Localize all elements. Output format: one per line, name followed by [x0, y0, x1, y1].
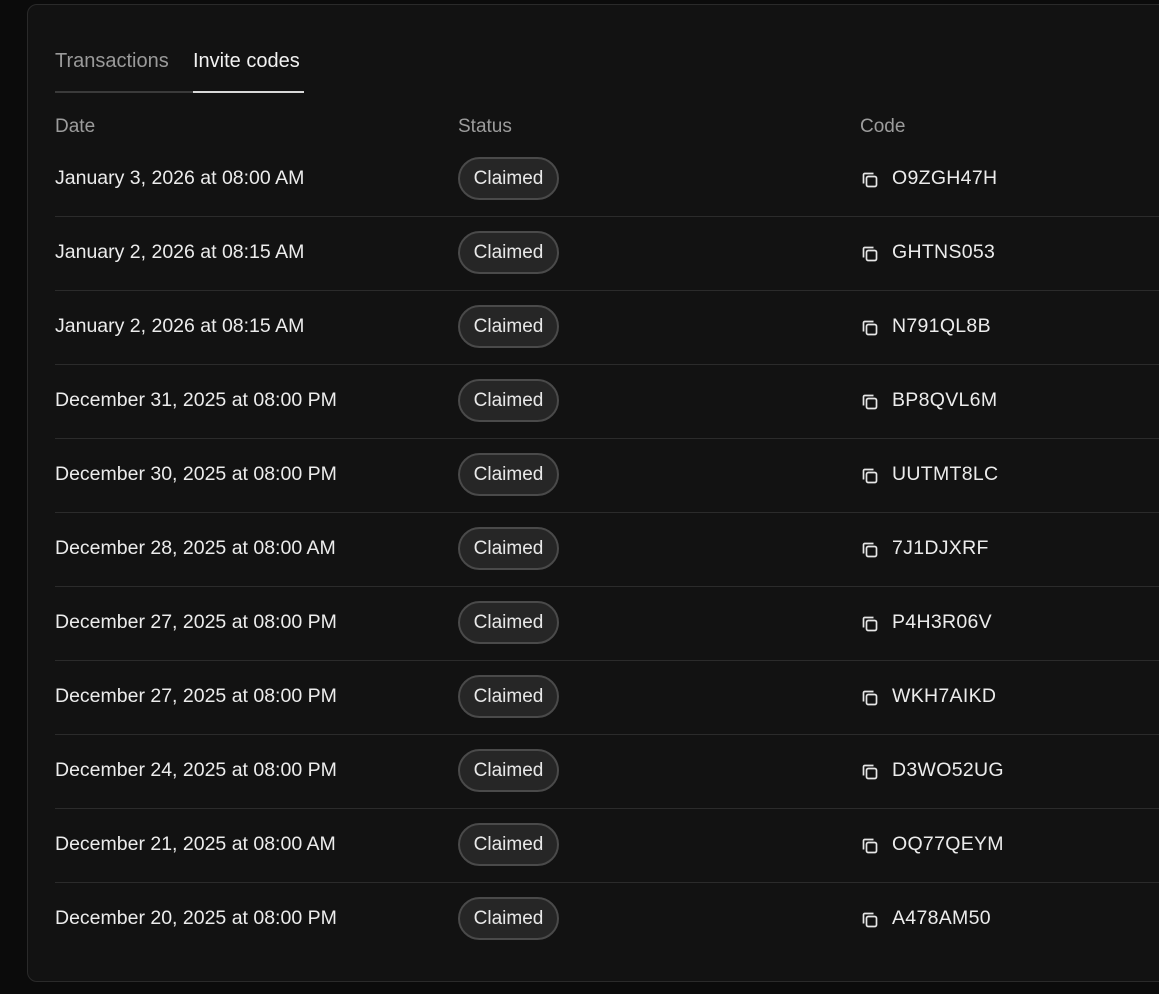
status-badge: Claimed: [458, 897, 559, 940]
invite-code: D3WO52UG: [892, 759, 1004, 781]
table-row: December 30, 2025 at 08:00 PM Claimed UUTM…: [55, 439, 1159, 513]
row-date: December 20, 2025 at 08:00 PM: [55, 907, 337, 929]
copy-icon[interactable]: [860, 688, 880, 708]
table-row: December 31, 2025 at 08:00 PM Claimed BP8Q…: [55, 365, 1159, 439]
table-row: December 28, 2025 at 08:00 AM Claimed 7J1D…: [55, 513, 1159, 587]
invite-code: O9ZGH47H: [892, 167, 998, 189]
row-date: December 21, 2025 at 08:00 AM: [55, 833, 336, 855]
invite-codes-panel: Transactions Invite codes Date Status Co…: [27, 4, 1159, 982]
table-row: January 2, 2026 at 08:15 AM Claimed N791QL…: [55, 291, 1159, 365]
row-date: December 27, 2025 at 08:00 PM: [55, 611, 337, 633]
copy-icon[interactable]: [860, 466, 880, 486]
row-date: December 30, 2025 at 08:00 PM: [55, 463, 337, 485]
row-date: January 3, 2026 at 08:00 AM: [55, 167, 305, 189]
status-badge: Claimed: [458, 453, 559, 496]
status-badge: Claimed: [458, 379, 559, 422]
table-row: December 24, 2025 at 08:00 PM Claimed D3WO…: [55, 735, 1159, 809]
invite-code: P4H3R06V: [892, 611, 992, 633]
table-row: December 27, 2025 at 08:00 PM Claimed WKH7…: [55, 661, 1159, 735]
copy-icon[interactable]: [860, 614, 880, 634]
status-badge: Claimed: [458, 305, 559, 348]
tab-transactions[interactable]: Transactions: [55, 45, 193, 93]
invite-code: A478AM50: [892, 907, 991, 929]
status-badge: Claimed: [458, 823, 559, 866]
row-date: December 24, 2025 at 08:00 PM: [55, 759, 337, 781]
status-badge: Claimed: [458, 749, 559, 792]
table-row: December 27, 2025 at 08:00 PM Claimed P4H3…: [55, 587, 1159, 661]
table-row: December 21, 2025 at 08:00 AM Claimed OQ77…: [55, 809, 1159, 883]
tab-bar: Transactions Invite codes: [55, 45, 1159, 95]
invite-code: 7J1DJXRF: [892, 537, 989, 559]
copy-icon[interactable]: [860, 244, 880, 264]
status-badge: Claimed: [458, 527, 559, 570]
status-badge: Claimed: [458, 231, 559, 274]
column-header-date: Date: [55, 116, 96, 137]
invite-code: WKH7AIKD: [892, 685, 997, 707]
copy-icon[interactable]: [860, 318, 880, 338]
copy-icon[interactable]: [860, 762, 880, 782]
copy-icon[interactable]: [860, 540, 880, 560]
status-badge: Claimed: [458, 601, 559, 644]
invite-code: UUTMT8LC: [892, 463, 999, 485]
tab-invite-codes[interactable]: Invite codes: [193, 45, 304, 93]
table-row: January 2, 2026 at 08:15 AM Claimed GHTNS0…: [55, 217, 1159, 291]
copy-icon[interactable]: [860, 836, 880, 856]
invite-code: GHTNS053: [892, 241, 996, 263]
row-date: December 27, 2025 at 08:00 PM: [55, 685, 337, 707]
table-body: January 3, 2026 at 08:00 AM Claimed O9ZGH4…: [55, 143, 1159, 957]
status-badge: Claimed: [458, 675, 559, 718]
table-row: December 20, 2025 at 08:00 PM Claimed A478…: [55, 883, 1159, 957]
column-header-code: Code: [860, 116, 906, 137]
column-header-status: Status: [458, 116, 512, 137]
row-date: December 31, 2025 at 08:00 PM: [55, 389, 337, 411]
copy-icon[interactable]: [860, 392, 880, 412]
invite-code: N791QL8B: [892, 315, 991, 337]
row-date: December 28, 2025 at 08:00 AM: [55, 537, 336, 559]
copy-icon[interactable]: [860, 170, 880, 190]
copy-icon[interactable]: [860, 910, 880, 930]
table-row: January 3, 2026 at 08:00 AM Claimed O9ZGH4…: [55, 143, 1159, 217]
status-badge: Claimed: [458, 157, 559, 200]
invite-code: OQ77QEYM: [892, 833, 1004, 855]
row-date: January 2, 2026 at 08:15 AM: [55, 241, 305, 263]
table-header: Date Status Code: [55, 113, 1159, 147]
row-date: January 2, 2026 at 08:15 AM: [55, 315, 305, 337]
invite-code: BP8QVL6M: [892, 389, 998, 411]
